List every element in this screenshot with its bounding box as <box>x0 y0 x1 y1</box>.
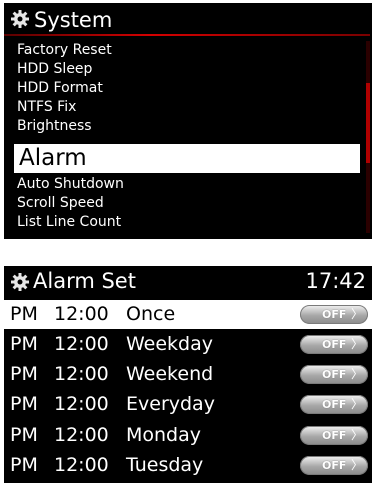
alarm-repeat: Once <box>126 303 176 325</box>
alarm-toggle[interactable]: OFF 〉 <box>300 456 368 475</box>
alarm-toggle[interactable]: OFF 〉 <box>300 305 368 324</box>
alarm-toggle[interactable]: OFF 〉 <box>300 395 368 414</box>
toggle-label: OFF <box>322 459 347 472</box>
alarm-toggle[interactable]: OFF 〉 <box>300 335 368 354</box>
chevron-right-icon: 〉 <box>350 337 363 351</box>
alarm-ampm: PM <box>10 333 38 355</box>
alarm-ampm: PM <box>10 363 38 385</box>
menu-item-hdd-format[interactable]: HDD Format <box>17 79 103 98</box>
menu-item-alarm[interactable]: Alarm <box>14 144 360 173</box>
chevron-right-icon: 〉 <box>350 397 363 411</box>
gear-icon <box>10 272 30 292</box>
alarm-ampm: PM <box>10 303 38 325</box>
alarm-time: 12:00 <box>54 303 109 325</box>
menu-item-auto-shutdown[interactable]: Auto Shutdown <box>17 175 124 194</box>
toggle-label: OFF <box>322 338 347 351</box>
menu-item-hdd-sleep[interactable]: HDD Sleep <box>17 60 92 79</box>
alarm-row[interactable]: PM 12:00 Weekday OFF 〉 <box>4 330 372 359</box>
toggle-label: OFF <box>322 368 347 381</box>
clock-readout: 17:42 <box>305 269 366 293</box>
alarm-toggle[interactable]: OFF 〉 <box>300 426 368 445</box>
scrollbar-thumb[interactable] <box>366 83 370 163</box>
alarm-repeat: Weekday <box>126 333 214 355</box>
menu-item-list-line-count[interactable]: List Line Count <box>17 213 121 232</box>
alarm-time: 12:00 <box>54 333 109 355</box>
alarm-repeat: Everyday <box>126 393 215 415</box>
menu-item-scroll-speed[interactable]: Scroll Speed <box>17 194 104 213</box>
menu-item-brightness[interactable]: Brightness <box>17 117 92 136</box>
toggle-label: OFF <box>322 429 347 442</box>
alarm-row[interactable]: PM 12:00 Everyday OFF 〉 <box>4 390 372 419</box>
title-divider <box>4 34 370 36</box>
alarm-ampm: PM <box>10 393 38 415</box>
menu-item-ntfs-fix[interactable]: NTFS Fix <box>17 98 76 117</box>
toggle-label: OFF <box>322 398 347 411</box>
alarm-row[interactable]: PM 12:00 Weekend OFF 〉 <box>4 360 372 389</box>
alarm-ampm: PM <box>10 454 38 476</box>
chevron-right-icon: 〉 <box>350 367 363 381</box>
alarm-ampm: PM <box>10 424 38 446</box>
system-title-bar: System <box>4 3 372 39</box>
gear-icon <box>10 9 30 29</box>
alarm-repeat: Tuesday <box>126 454 204 476</box>
page-title: System <box>34 8 113 32</box>
chevron-right-icon: 〉 <box>350 307 363 321</box>
alarm-title: Alarm Set <box>33 269 136 293</box>
alarm-set-panel: Alarm Set 17:42 PM 12:00 Once OFF 〉 PM 1… <box>4 266 372 483</box>
alarm-row[interactable]: PM 12:00 Tuesday OFF 〉 <box>4 451 372 480</box>
menu-item-factory-reset[interactable]: Factory Reset <box>17 41 112 60</box>
alarm-row[interactable]: PM 12:00 Monday OFF 〉 <box>4 421 372 450</box>
alarm-row[interactable]: PM 12:00 Once OFF 〉 <box>4 300 372 329</box>
alarm-time: 12:00 <box>54 454 109 476</box>
alarm-time: 12:00 <box>54 424 109 446</box>
alarm-repeat: Weekend <box>126 363 214 385</box>
toggle-label: OFF <box>322 308 347 321</box>
system-menu-panel: System Factory Reset HDD Sleep HDD Forma… <box>4 3 372 239</box>
chevron-right-icon: 〉 <box>350 458 363 472</box>
alarm-toggle[interactable]: OFF 〉 <box>300 365 368 384</box>
alarm-repeat: Monday <box>126 424 202 446</box>
alarm-title-bar: Alarm Set 17:42 <box>4 266 372 296</box>
alarm-time: 12:00 <box>54 393 109 415</box>
alarm-time: 12:00 <box>54 363 109 385</box>
chevron-right-icon: 〉 <box>350 428 363 442</box>
